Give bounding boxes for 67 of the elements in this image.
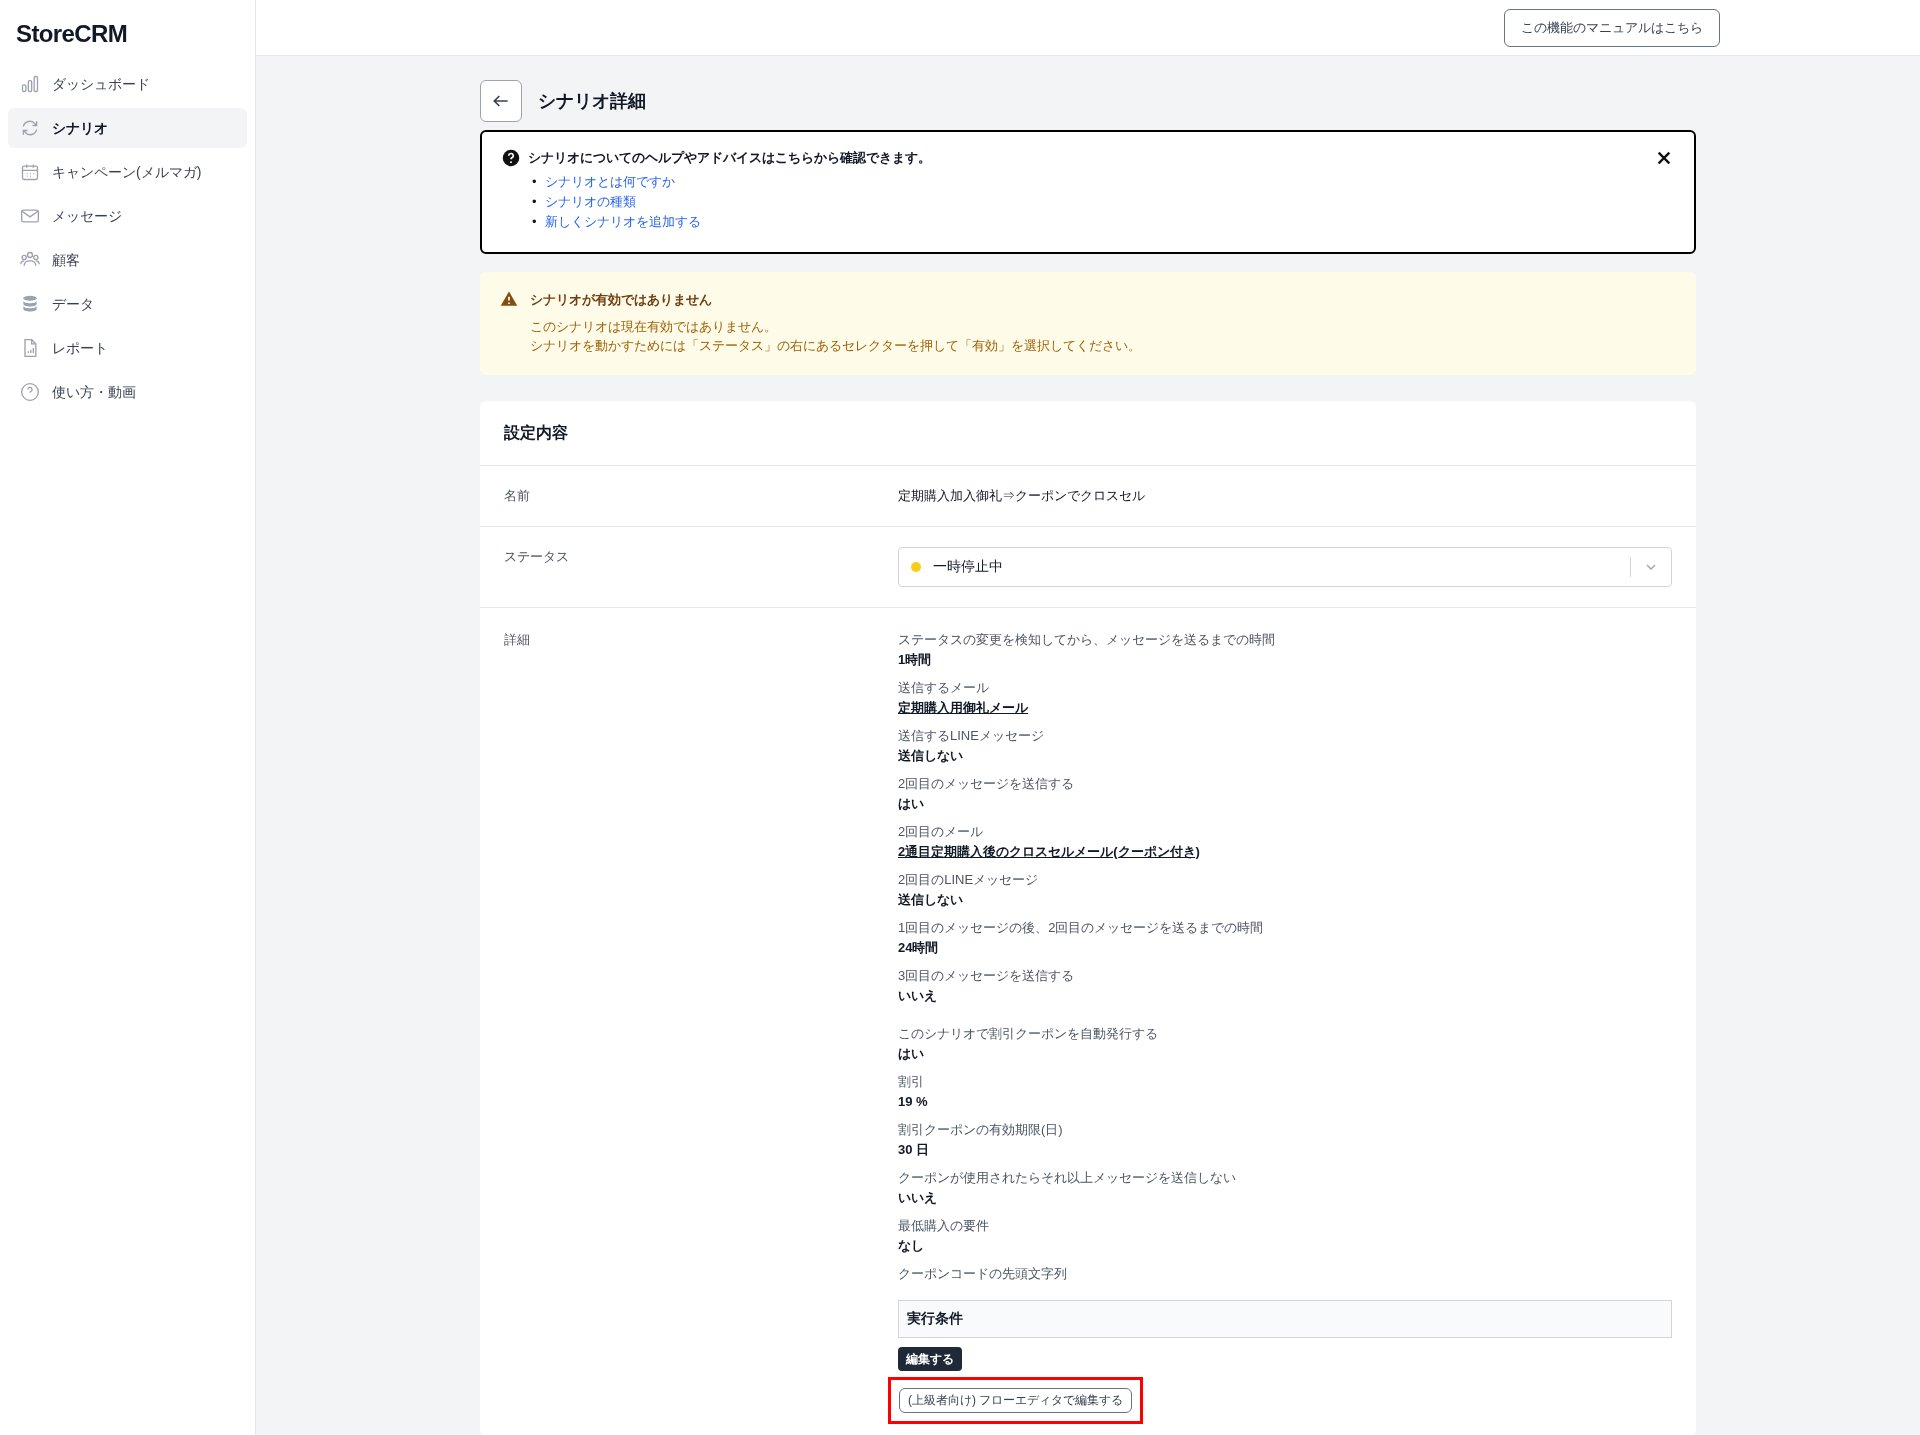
warning-text: シナリオを動かすためには「ステータス」の右にあるセレクターを押して「有効」を選択してください。 xyxy=(530,337,1142,355)
detail-label: 送信するLINEメッセージ xyxy=(898,726,1045,745)
detail-link[interactable]: 2通目定期購入後のクロスセルメール(クーポン付き) xyxy=(898,841,1200,862)
bullet: • xyxy=(532,212,537,231)
detail-value: 送信しない xyxy=(898,890,964,909)
sidebar-item[interactable]: メッセージ xyxy=(8,196,247,236)
warning-title: シナリオが有効ではありません xyxy=(530,290,712,309)
detail-value: 送信しない xyxy=(898,746,964,765)
detail-value: いいえ xyxy=(898,1188,938,1207)
detail-label: 1回目のメッセージの後、2回目のメッセージを送るまでの時間 xyxy=(898,918,1265,937)
name-value: 定期購入加入御礼⇒クーポンでクロスセル xyxy=(898,487,1146,505)
back-button[interactable] xyxy=(480,80,522,122)
help-link[interactable]: シナリオとは何ですか xyxy=(544,171,675,192)
detail-label: このシナリオで割引クーポンを自動発行する xyxy=(898,1024,1159,1043)
warning-icon xyxy=(500,290,518,309)
sidebar-item[interactable]: シナリオ xyxy=(8,108,247,148)
sync-icon xyxy=(20,118,40,138)
bullet: • xyxy=(532,192,537,211)
field-label: 名前 xyxy=(504,487,531,505)
sidebar-item[interactable]: 顧客 xyxy=(8,240,247,280)
detail-label: 最低購入の要件 xyxy=(898,1216,990,1235)
calendar-icon xyxy=(20,162,40,182)
detail-label: クーポンコードの先頭文字列 xyxy=(898,1264,1068,1283)
question-icon xyxy=(502,148,520,167)
edit-button[interactable]: 編集する xyxy=(898,1346,962,1371)
detail-label: 割引 xyxy=(898,1072,925,1091)
help-link[interactable]: 新しくシナリオを追加する xyxy=(544,211,701,232)
detail-value: 24時間 xyxy=(898,938,940,957)
manual-button[interactable]: この機能のマニュアルはこちら xyxy=(1504,8,1720,47)
sidebar-item[interactable]: キャンペーン(メルマガ) xyxy=(8,152,247,192)
page-title: シナリオ詳細 xyxy=(538,89,646,113)
detail-value: はい xyxy=(898,794,925,813)
detail-value: なし xyxy=(898,1236,925,1255)
detail-label: クーポンが使用されたらそれ以上メッセージを送信しない xyxy=(898,1168,1237,1187)
detail-label: 割引クーポンの有効期限(日) xyxy=(898,1120,1064,1139)
close-icon[interactable] xyxy=(1656,150,1672,166)
help-icon xyxy=(20,382,40,402)
database-icon xyxy=(20,294,40,314)
sidebar-item[interactable]: レポート xyxy=(8,328,247,368)
detail-label: 2回目のLINEメッセージ xyxy=(898,870,1040,889)
app-logo: StoreCRM xyxy=(15,19,129,49)
detail-label: 送信するメール xyxy=(898,678,990,697)
detail-label: 2回目のメッセージを送信する xyxy=(898,774,1076,793)
detail-value: いいえ xyxy=(898,986,938,1005)
sidebar-item[interactable]: ダッシュボード xyxy=(8,64,247,104)
field-label: 詳細 xyxy=(504,630,531,649)
detail-value: 19 % xyxy=(898,1092,929,1111)
detail-value: 1時間 xyxy=(898,650,933,669)
bullet: • xyxy=(532,172,537,191)
bar-chart-icon xyxy=(20,74,40,94)
status-value: 一時停止中 xyxy=(933,557,1004,576)
field-label: ステータス xyxy=(504,547,570,566)
card-title: 設定内容 xyxy=(480,401,1696,466)
detail-label: ステータスの変更を検知してから、メッセージを送るまでの時間 xyxy=(898,630,1276,649)
detail-label: 2回目のメール xyxy=(898,822,985,841)
conditions-title: 実行条件 xyxy=(907,1309,963,1328)
sidebar-item[interactable]: 使い方・動画 xyxy=(8,372,247,412)
help-link[interactable]: シナリオの種類 xyxy=(544,191,636,212)
status-select[interactable]: 一時停止中 xyxy=(898,546,1672,587)
detail-value: はい xyxy=(898,1044,925,1063)
detail-value: 30 日 xyxy=(898,1140,931,1159)
detail-label: 3回目のメッセージを送信する xyxy=(898,966,1076,985)
detail-link[interactable]: 定期購入用御礼メール xyxy=(898,697,1028,718)
warning-text: このシナリオは現在有効ではありません。 xyxy=(530,318,778,336)
help-text: シナリオについてのヘルプやアドバイスはこちらから確認できます。 xyxy=(528,149,931,167)
sidebar-item[interactable]: データ xyxy=(8,284,247,324)
flow-editor-button[interactable]: (上級者向け) フローエディタで編集する xyxy=(899,1387,1133,1413)
